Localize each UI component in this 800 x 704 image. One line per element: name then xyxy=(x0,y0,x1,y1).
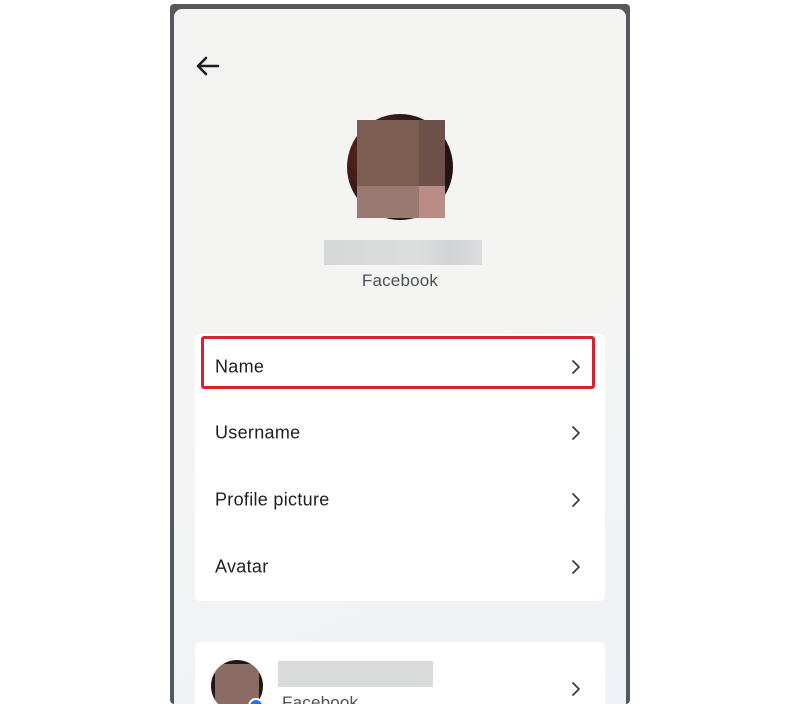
chevron-right-icon xyxy=(572,360,580,374)
account-name-redacted xyxy=(278,661,433,687)
profile-avatar xyxy=(347,114,453,220)
settings-item-label: Username xyxy=(215,422,301,443)
settings-list: Name Username Profile picture Avatar xyxy=(195,334,605,601)
phone-frame: Facebook Name Username Profile picture A… xyxy=(170,4,630,704)
chevron-right-icon xyxy=(572,682,580,696)
accounts-center-screen: Facebook Name Username Profile picture A… xyxy=(174,9,626,704)
settings-item-name[interactable]: Name xyxy=(195,334,605,400)
arrow-left-icon xyxy=(196,56,220,76)
facebook-badge-icon xyxy=(248,698,264,704)
chevron-right-icon xyxy=(572,426,580,440)
account-subtitle: Facebook xyxy=(282,693,359,704)
settings-item-username[interactable]: Username xyxy=(195,400,605,466)
profile-name-redacted xyxy=(324,240,482,265)
chevron-right-icon xyxy=(572,493,580,507)
back-button[interactable] xyxy=(194,53,224,79)
profile-subtitle: Facebook xyxy=(361,271,439,290)
settings-item-label: Profile picture xyxy=(215,489,330,510)
profile-photo xyxy=(357,120,445,218)
settings-item-label: Name xyxy=(215,356,265,377)
settings-item-profile-picture[interactable]: Profile picture xyxy=(195,467,605,533)
settings-item-avatar[interactable]: Avatar xyxy=(195,534,605,600)
chevron-right-icon xyxy=(572,560,580,574)
account-item[interactable]: Facebook xyxy=(195,642,605,704)
settings-item-label: Avatar xyxy=(215,556,269,577)
